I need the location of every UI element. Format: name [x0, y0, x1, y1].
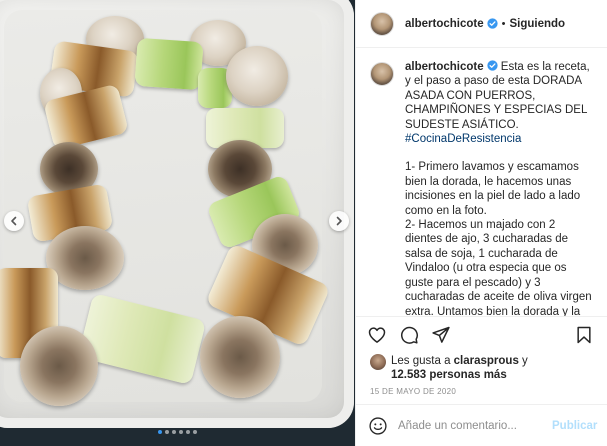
- comment-button[interactable]: [398, 324, 420, 346]
- carousel-dot: [179, 430, 183, 434]
- following-button[interactable]: Siguiendo: [509, 18, 565, 30]
- carousel-dot: [165, 430, 169, 434]
- emoji-icon: [369, 416, 387, 435]
- comment-input[interactable]: [398, 419, 552, 432]
- likes-text: Les gusta a clarasprous y 12.583 persona…: [391, 354, 528, 382]
- carousel-dot: [193, 430, 197, 434]
- likes-count[interactable]: 12.583 personas más: [391, 369, 507, 381]
- caption-step-1: 1- Primero lavamos y escamamos bien la d…: [405, 161, 584, 217]
- bookmark-icon: [577, 326, 591, 344]
- leek: [134, 37, 204, 91]
- likes-connector: y: [518, 355, 528, 367]
- emoji-button[interactable]: [368, 415, 388, 437]
- chevron-right-icon: [336, 216, 342, 226]
- post-header: albertochicote • Siguiendo: [356, 0, 607, 48]
- chevron-left-icon: [11, 216, 17, 226]
- mushroom: [226, 46, 288, 106]
- carousel-dot: [186, 430, 190, 434]
- comment-bar: Publicar: [356, 404, 607, 446]
- action-bar: [356, 317, 607, 353]
- like-button[interactable]: [366, 324, 388, 346]
- save-button[interactable]: [573, 324, 595, 346]
- post-caption: albertochicote Esta es la receta, y el p…: [356, 48, 607, 317]
- publish-button[interactable]: Publicar: [552, 420, 597, 432]
- next-slide-button[interactable]: [329, 211, 349, 231]
- comment-icon: [401, 326, 418, 344]
- caption-text: albertochicote Esta es la receta, y el p…: [405, 60, 595, 316]
- likes-prefix: Les gusta a: [391, 355, 454, 367]
- verified-icon: [486, 18, 498, 29]
- header-username[interactable]: albertochicote: [405, 18, 484, 30]
- share-button[interactable]: [430, 324, 452, 346]
- post-date[interactable]: 15 DE MAYO DE 2020: [356, 383, 607, 404]
- verified-icon: [486, 60, 498, 71]
- post-photo[interactable]: [0, 0, 355, 446]
- previous-slide-button[interactable]: [4, 211, 24, 231]
- mushroom: [20, 326, 98, 406]
- instagram-post: albertochicote • Siguiendo albertochicot…: [0, 0, 607, 446]
- carousel-dot: [158, 430, 162, 434]
- share-icon: [432, 326, 450, 343]
- avatar[interactable]: [370, 62, 394, 86]
- liker-username[interactable]: clarasprous: [454, 355, 519, 367]
- liker-avatar[interactable]: [370, 354, 386, 370]
- carousel-dot: [172, 430, 176, 434]
- post-sidebar: albertochicote • Siguiendo albertochicot…: [355, 0, 607, 446]
- mushroom: [200, 316, 280, 398]
- likes-summary: Les gusta a clarasprous y 12.583 persona…: [356, 353, 607, 383]
- header-separator: •: [501, 17, 506, 30]
- caption-step-2: 2- Hacemos un majado con 2 dientes de aj…: [405, 219, 592, 317]
- heart-icon: [368, 327, 386, 343]
- caption-username[interactable]: albertochicote: [405, 61, 484, 73]
- carousel-dots: [0, 430, 355, 434]
- avatar[interactable]: [370, 11, 394, 36]
- hashtag-link[interactable]: #CocinaDeResistencia: [405, 133, 521, 145]
